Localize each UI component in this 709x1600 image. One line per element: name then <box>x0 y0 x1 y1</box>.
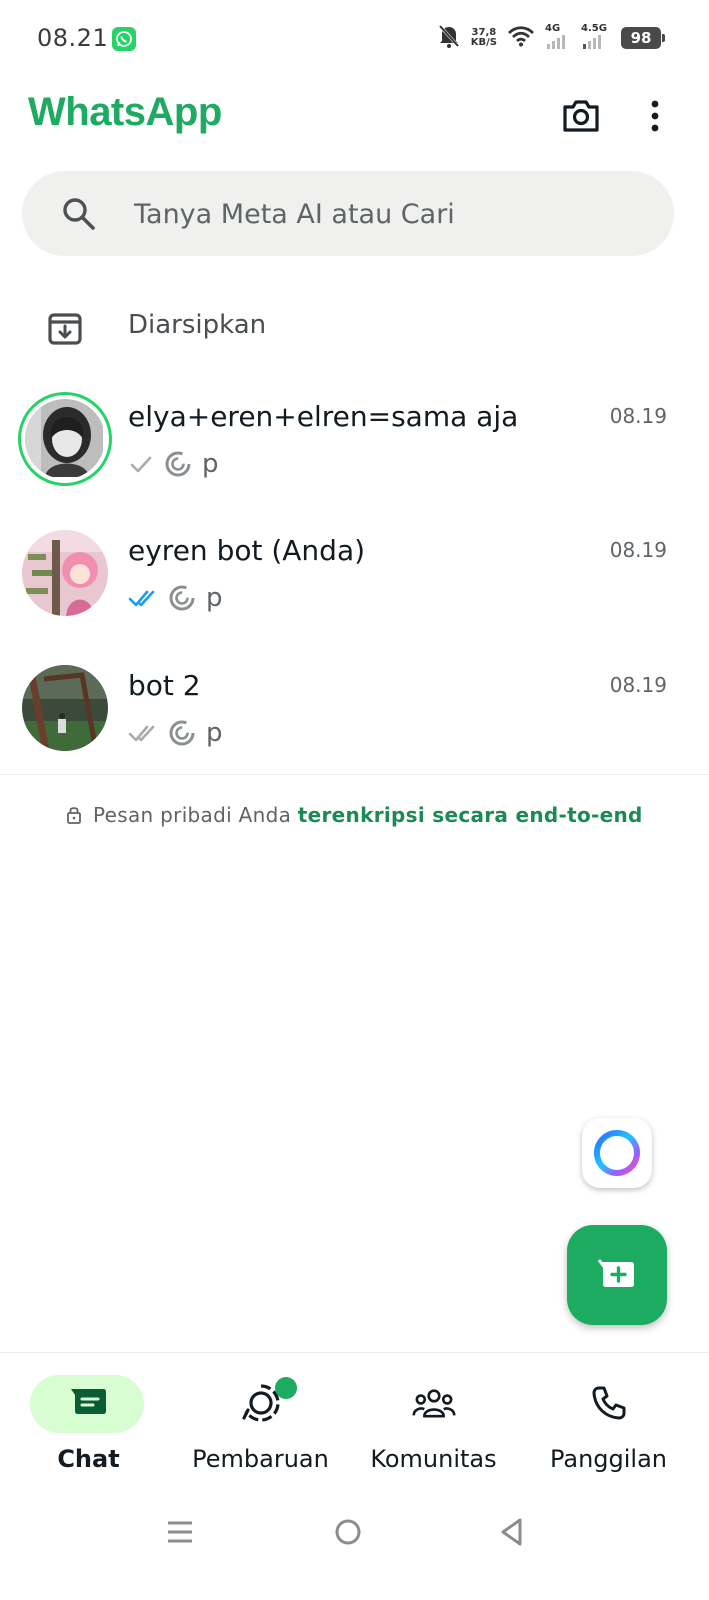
recent-apps-button[interactable] <box>160 1512 200 1552</box>
chat-list-item[interactable]: elya+eren+elren=sama aja 08.19 p <box>0 386 709 516</box>
lock-icon <box>67 807 82 824</box>
signal-sim2-label: 4.5G <box>581 23 607 34</box>
chat-preview: p <box>128 715 223 751</box>
search-input[interactable] <box>134 191 634 237</box>
meta-ai-button[interactable] <box>582 1118 652 1188</box>
whatsapp-notification-icon <box>112 27 136 51</box>
chat-preview: p <box>128 580 223 616</box>
network-speed: 37,8 KB/S <box>471 28 497 48</box>
avatar-image <box>22 665 108 751</box>
archive-icon <box>48 313 82 345</box>
double-tick-icon <box>128 725 155 742</box>
search-bar[interactable] <box>22 171 674 256</box>
nav-communities[interactable]: Komunitas <box>345 1353 522 1493</box>
encryption-notice: Pesan pribadi Anda terenkripsi secara en… <box>0 803 709 827</box>
bottom-navigation: Chat Pembaruan Komunitas Panggilan <box>0 1352 709 1492</box>
avatar-image <box>25 399 105 479</box>
status-bar: 08.21 37,8 KB/S 4G 4.5G 98 <box>0 0 709 76</box>
avatar[interactable] <box>18 392 112 486</box>
chat-preview-text: p <box>202 449 219 479</box>
chat-name: bot 2 <box>128 669 201 702</box>
signal-sim2-icon: 4.5G <box>581 23 611 51</box>
back-button[interactable] <box>492 1512 532 1552</box>
nav-updates[interactable]: Pembaruan <box>172 1353 349 1493</box>
chat-time: 08.19 <box>609 404 667 428</box>
meta-ai-circle-icon <box>169 720 195 746</box>
network-speed-unit: KB/S <box>470 37 497 48</box>
avatar-image <box>22 530 108 616</box>
signal-sim1-label: 4G <box>545 23 561 34</box>
single-tick-icon <box>130 456 152 473</box>
mute-icon <box>437 23 461 53</box>
meta-ai-icon <box>594 1130 640 1176</box>
nav-calls-label: Panggilan <box>549 1445 668 1473</box>
home-circle-icon <box>335 1519 361 1545</box>
back-triangle-icon <box>501 1518 522 1546</box>
nav-chat-label: Chat <box>57 1445 120 1473</box>
new-chat-icon <box>597 1259 634 1287</box>
meta-ai-circle-icon <box>169 585 195 611</box>
nav-communities-label: Komunitas <box>370 1445 497 1473</box>
meta-ai-circle-icon <box>165 451 191 477</box>
home-button[interactable] <box>328 1512 368 1552</box>
camera-button[interactable] <box>558 94 604 138</box>
system-navigation-bar <box>0 1500 709 1600</box>
double-tick-read-icon <box>128 590 155 607</box>
chat-preview-text: p <box>206 718 223 748</box>
more-vert-icon <box>651 100 659 132</box>
list-divider <box>0 774 709 775</box>
chat-name: eyren bot (Anda) <box>128 534 366 567</box>
chat-time: 08.19 <box>609 538 667 562</box>
chat-preview: p <box>128 446 219 482</box>
more-options-button[interactable] <box>640 94 670 138</box>
signal-sim1-icon: 4G <box>545 23 571 51</box>
chat-icon <box>67 1383 111 1423</box>
search-icon <box>63 198 95 230</box>
chat-list-item[interactable]: bot 2 08.19 p <box>0 655 709 785</box>
encryption-text: Pesan pribadi Anda <box>93 803 292 827</box>
nav-updates-label: Pembaruan <box>192 1445 329 1473</box>
chat-name: elya+eren+elren=sama aja <box>128 400 519 433</box>
archived-row[interactable]: Diarsipkan <box>0 292 709 364</box>
updates-badge <box>275 1377 297 1399</box>
avatar[interactable] <box>22 530 108 616</box>
archived-label: Diarsipkan <box>128 310 267 340</box>
chat-time: 08.19 <box>609 673 667 697</box>
avatar[interactable] <box>22 665 108 751</box>
battery-indicator: 98 <box>621 27 665 49</box>
wifi-icon <box>507 25 535 51</box>
nav-calls[interactable]: Panggilan <box>520 1353 697 1493</box>
camera-icon <box>563 100 599 132</box>
calls-icon <box>587 1383 631 1423</box>
communities-icon <box>411 1383 456 1423</box>
nav-chat[interactable]: Chat <box>0 1353 177 1493</box>
encryption-link[interactable]: terenkripsi secara end-to-end <box>298 803 643 827</box>
menu-lines-icon <box>168 1521 192 1543</box>
chat-list-item[interactable]: eyren bot (Anda) 08.19 p <box>0 520 709 650</box>
app-title: WhatsApp <box>28 90 222 134</box>
new-chat-button[interactable] <box>567 1225 667 1325</box>
status-time: 08.21 <box>37 24 109 52</box>
chat-preview-text: p <box>206 583 223 613</box>
